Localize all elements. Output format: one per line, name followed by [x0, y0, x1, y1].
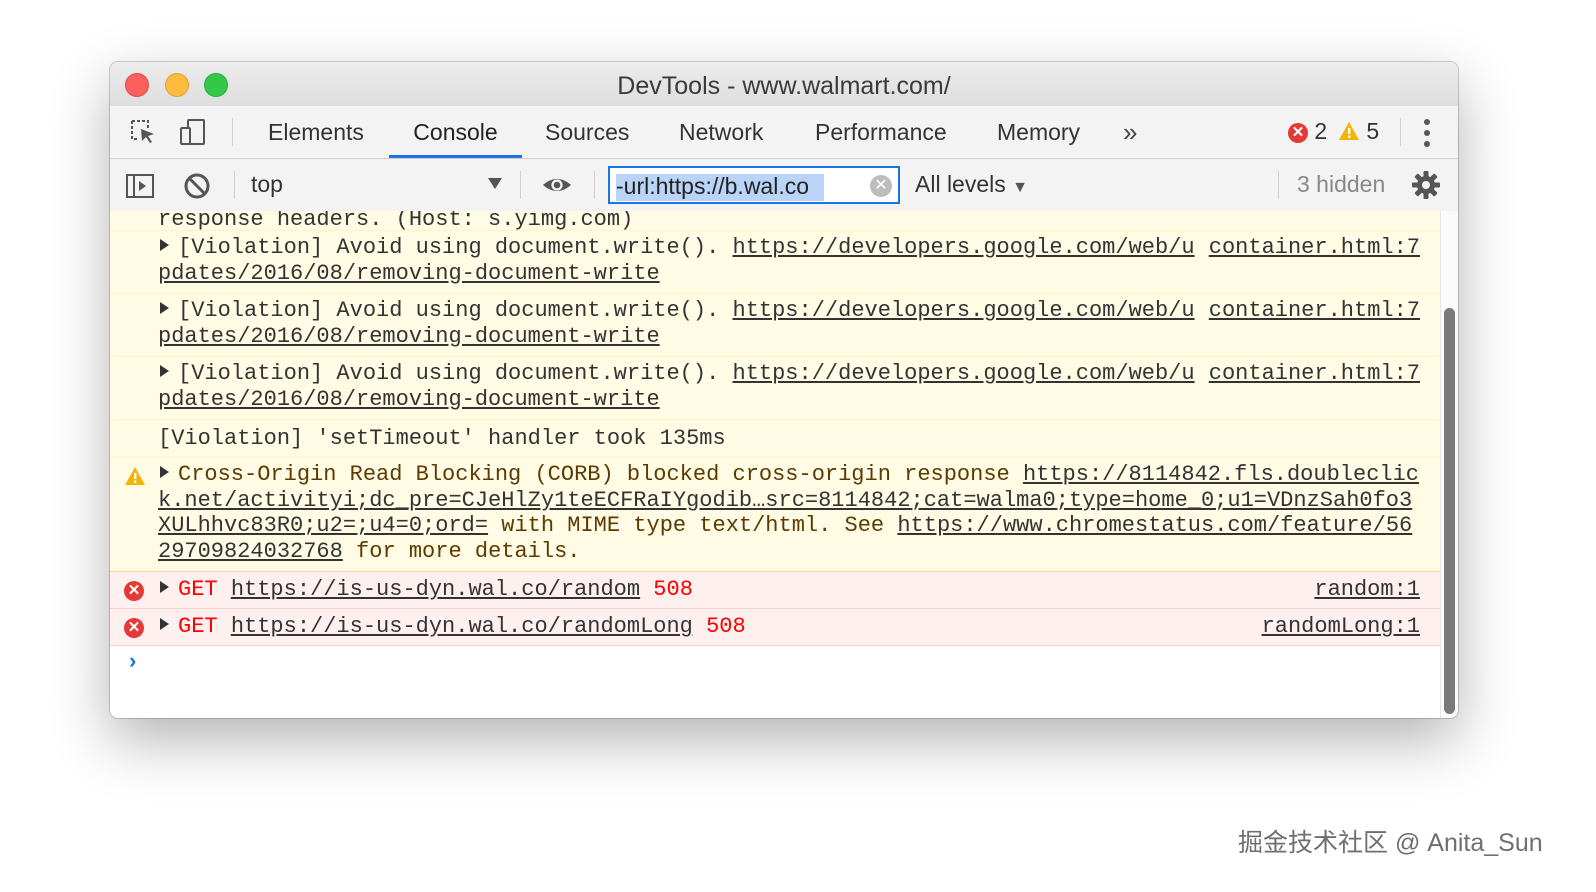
message-link-continued[interactable]: pdates/2016/08/removing-document-write — [158, 261, 660, 286]
clear-console-icon[interactable] — [182, 171, 212, 201]
console-settings-gear-icon[interactable] — [1411, 170, 1441, 200]
request-method: GET — [178, 577, 218, 602]
error-icon: ✕ — [124, 581, 144, 601]
inspect-element-icon[interactable] — [128, 117, 158, 147]
request-url-link[interactable]: https://is-us-dyn.wal.co/random — [231, 577, 640, 602]
log-levels-dropdown[interactable]: All levels ▼ — [915, 171, 1028, 198]
error-count-badge[interactable]: ✕ 2 — [1288, 118, 1327, 145]
message-link[interactable]: https://developers.google.com/web/u — [733, 298, 1195, 323]
context-dropdown-icon[interactable] — [488, 178, 502, 189]
source-link[interactable]: container.html:7 — [1209, 361, 1420, 387]
expand-triangle-icon[interactable] — [160, 239, 169, 251]
tab-bar-divider — [1400, 118, 1401, 146]
error-message[interactable]: ✕ randomLong:1 GET https://is-us-dyn.wal… — [110, 609, 1440, 646]
message-text: [Violation] 'setTimeout' handler took 13… — [158, 426, 726, 451]
warning-icon — [1339, 122, 1359, 140]
watermark: 掘金技术社区 @ Anita_Sun — [1238, 829, 1543, 857]
scrollbar-thumb[interactable] — [1444, 308, 1455, 714]
title-bar: DevTools - www.walmart.com/ — [110, 62, 1458, 107]
request-method: GET — [178, 614, 218, 639]
message-text: [Violation] Avoid using document.write()… — [178, 235, 720, 260]
log-levels-label: All levels — [915, 171, 1006, 197]
filter-input[interactable] — [614, 172, 864, 200]
warning-count: 5 — [1366, 118, 1380, 144]
tab-network[interactable]: Network — [679, 106, 763, 158]
corb-text-prefix: Cross-Origin Read Blocking (CORB) blocke… — [178, 462, 1023, 487]
corb-text-suffix: for more details. — [342, 538, 581, 564]
source-link[interactable]: randomLong:1 — [1262, 614, 1420, 640]
live-expression-eye-icon[interactable] — [542, 170, 572, 200]
status-code: 508 — [706, 614, 746, 639]
error-count: 2 — [1314, 118, 1328, 144]
device-toolbar-icon[interactable] — [178, 117, 208, 147]
tab-performance[interactable]: Performance — [815, 106, 947, 158]
toolbar-divider — [1278, 171, 1279, 199]
console-prompt[interactable]: › — [110, 646, 1440, 686]
corb-text-middle: with MIME type text/html. See — [488, 513, 898, 538]
expand-triangle-icon[interactable] — [160, 618, 169, 630]
warning-icon — [125, 467, 145, 485]
context-selector[interactable]: top — [251, 171, 283, 198]
message-link[interactable]: https://developers.google.com/web/u — [733, 235, 1195, 260]
request-url-link[interactable]: https://is-us-dyn.wal.co/randomLong — [231, 614, 693, 639]
expand-triangle-icon[interactable] — [160, 302, 169, 314]
devtools-window: DevTools - www.walmart.com/ Elements Con… — [110, 62, 1458, 718]
expand-triangle-icon[interactable] — [160, 466, 169, 478]
console-toolbar: top ✕ All levels ▼ 3 hidden — [110, 159, 1458, 212]
toolbar-divider — [234, 171, 235, 199]
warning-message[interactable]: Cross-Origin Read Blocking (CORB) blocke… — [110, 458, 1440, 572]
toolbar-divider — [520, 171, 521, 199]
tab-console[interactable]: Console — [389, 106, 522, 158]
tab-memory[interactable]: Memory — [997, 106, 1080, 158]
source-link[interactable]: container.html:7 — [1209, 298, 1420, 324]
main-tab-bar: Elements Console Sources Network Perform… — [110, 106, 1458, 159]
message-link[interactable]: https://developers.google.com/web/u — [733, 361, 1195, 386]
error-icon: ✕ — [1288, 123, 1308, 143]
error-message[interactable]: ✕ random:1 GET https://is-us-dyn.wal.co/… — [110, 572, 1440, 609]
filter-field[interactable]: ✕ — [608, 166, 900, 204]
expand-triangle-icon[interactable] — [160, 581, 169, 593]
message-text: [Violation] Avoid using document.write()… — [178, 298, 720, 323]
status-code: 508 — [653, 577, 693, 602]
tab-elements[interactable]: Elements — [268, 106, 364, 158]
chevron-down-icon: ▼ — [1012, 179, 1028, 196]
message-link-continued[interactable]: pdates/2016/08/removing-document-write — [158, 387, 660, 412]
message-text: [Violation] Avoid using document.write()… — [178, 361, 720, 386]
source-link[interactable]: container.html:7 — [1209, 235, 1420, 261]
warning-count-badge[interactable]: 5 — [1338, 118, 1379, 145]
message-link-continued[interactable]: pdates/2016/08/removing-document-write — [158, 324, 660, 349]
error-icon: ✕ — [124, 618, 144, 638]
tab-sources[interactable]: Sources — [545, 106, 629, 158]
window-title: DevTools - www.walmart.com/ — [617, 72, 951, 100]
message-text: response headers. (Host: s.yimg.com) — [158, 211, 634, 231]
more-options-icon[interactable] — [1423, 119, 1431, 147]
violation-message: [Violation] 'setTimeout' handler took 13… — [110, 420, 1440, 458]
clear-filter-icon[interactable]: ✕ — [870, 175, 892, 197]
prompt-chevron-icon: › — [126, 650, 140, 675]
violation-message[interactable]: container.html:7 [Violation] Avoid using… — [110, 357, 1440, 420]
tab-bar-divider — [232, 118, 233, 146]
console-message: response headers. (Host: s.yimg.com) — [110, 211, 1440, 231]
more-tabs-button[interactable]: » — [1123, 106, 1137, 158]
expand-triangle-icon[interactable] — [160, 365, 169, 377]
violation-message[interactable]: container.html:7 [Violation] Avoid using… — [110, 231, 1440, 294]
source-link[interactable]: random:1 — [1314, 577, 1420, 603]
hidden-messages-count: 3 hidden — [1297, 171, 1386, 197]
console-messages[interactable]: response headers. (Host: s.yimg.com) con… — [110, 211, 1440, 718]
show-sidebar-icon[interactable] — [125, 171, 155, 201]
violation-message[interactable]: container.html:7 [Violation] Avoid using… — [110, 294, 1440, 357]
toolbar-divider — [594, 171, 595, 199]
